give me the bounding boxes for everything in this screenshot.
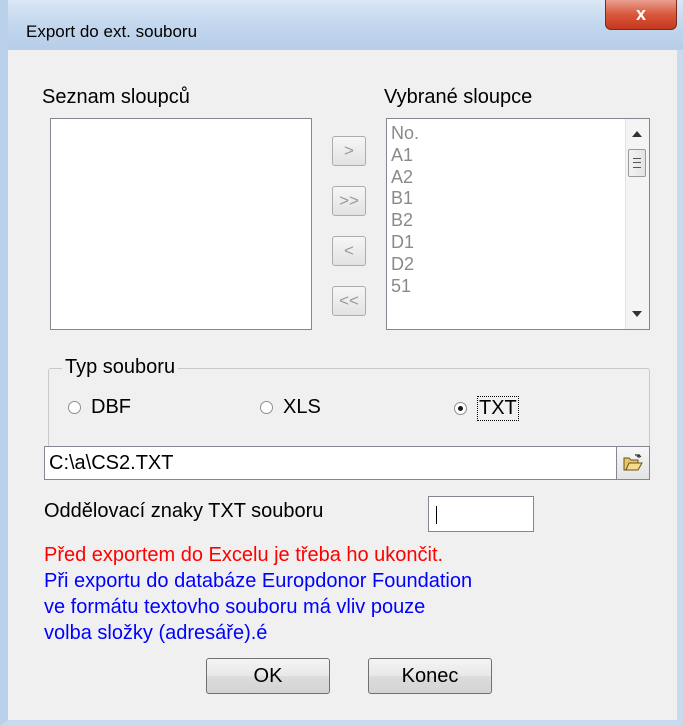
radio-xls-indicator[interactable]	[260, 401, 273, 414]
add-column-button[interactable]: >	[332, 136, 366, 166]
info-note-line-2: ve formátu textovho souboru má vliv pouz…	[44, 596, 426, 618]
selected-columns-items: No. A1 A2 B1 B2 D1 D2 51	[391, 123, 419, 297]
radio-xls[interactable]: XLS	[260, 396, 321, 419]
separator-label: Oddělovací znaky TXT souboru	[44, 500, 324, 522]
add-all-columns-button[interactable]: >>	[332, 186, 366, 216]
selected-column-item[interactable]: 51	[391, 276, 419, 298]
radio-txt[interactable]: TXT	[454, 396, 519, 421]
available-columns-label: Seznam sloupců	[42, 86, 190, 108]
info-note-line-3: volba složky (adresáře).é	[44, 622, 268, 644]
selected-columns-label: Vybrané sloupce	[384, 86, 533, 108]
radio-dbf[interactable]: DBF	[68, 396, 131, 419]
file-type-group	[48, 368, 650, 448]
scroll-down-arrow-icon[interactable]	[632, 311, 642, 317]
selected-column-item[interactable]: No.	[391, 123, 419, 145]
selected-column-item[interactable]: B1	[391, 188, 419, 210]
window-title: Export do ext. souboru	[26, 22, 198, 41]
remove-column-button[interactable]: <	[332, 236, 366, 266]
ok-button[interactable]: OK	[206, 658, 330, 694]
available-columns-list[interactable]	[50, 118, 312, 330]
selected-list-scrollbar[interactable]	[625, 119, 649, 329]
dialog-body: Seznam sloupců Vybrané sloupce > >> < <<…	[8, 50, 677, 720]
excel-warning-note: Před exportem do Excelu je třeba ho ukon…	[44, 544, 444, 566]
radio-txt-indicator[interactable]	[454, 402, 467, 415]
remove-all-columns-button[interactable]: <<	[332, 286, 366, 316]
info-note-line-1: Při exportu do databáze Europdonor Found…	[44, 570, 473, 592]
scroll-up-arrow-icon[interactable]	[632, 131, 642, 137]
scroll-thumb[interactable]	[628, 149, 646, 177]
separator-input[interactable]	[428, 496, 534, 532]
selected-column-item[interactable]: B2	[391, 210, 419, 232]
selected-column-item[interactable]: D1	[391, 232, 419, 254]
text-caret	[436, 506, 437, 524]
radio-dbf-label: DBF	[91, 396, 131, 418]
selected-columns-list[interactable]: No. A1 A2 B1 B2 D1 D2 51	[386, 118, 650, 330]
export-path-input[interactable]	[44, 446, 620, 480]
close-button[interactable]: x	[605, 0, 677, 30]
selected-column-item[interactable]: A1	[391, 145, 419, 167]
open-folder-icon	[623, 454, 643, 471]
browse-button[interactable]	[616, 446, 650, 480]
radio-txt-label: TXT	[477, 396, 519, 421]
konec-button[interactable]: Konec	[368, 658, 492, 694]
radio-xls-label: XLS	[283, 396, 321, 418]
selected-column-item[interactable]: A2	[391, 167, 419, 189]
close-icon: x	[635, 4, 646, 24]
title-bar[interactable]: Export do ext. souboru x	[8, 0, 683, 50]
selected-column-item[interactable]: D2	[391, 254, 419, 276]
radio-dbf-indicator[interactable]	[68, 401, 81, 414]
file-type-group-label: Typ souboru	[62, 356, 179, 379]
